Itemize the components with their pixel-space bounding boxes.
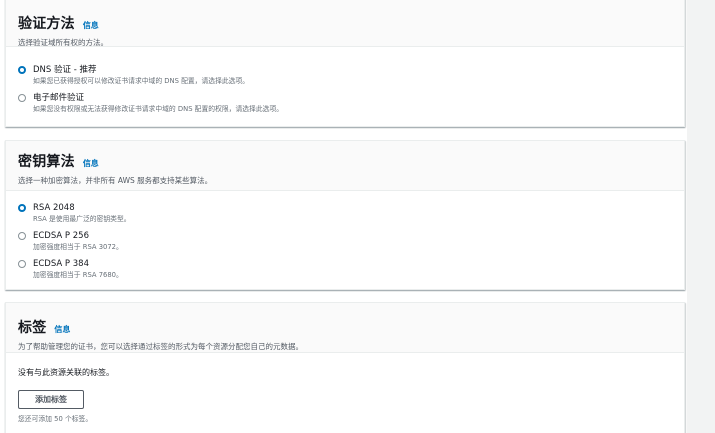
validation-method-info-link[interactable]: 信息	[83, 20, 99, 31]
rsa-2048-label: RSA 2048	[33, 203, 75, 213]
ecdsa-p256-label: ECDSA P 256	[33, 231, 89, 241]
ecdsa-p384-description: 加密强度相当于 RSA 7680。	[33, 271, 123, 279]
validation-method-description: 选择验证域所有权的方法。	[18, 38, 108, 47]
key-algorithm-header: 密钥算法 信息 选择一种加密算法，并非所有 AWS 服务都支持某些算法。	[6, 141, 684, 191]
tags-panel: 标签 信息 为了帮助管理您的证书，您可以选择通过标签的形式为每个资源分配您自己的…	[5, 302, 685, 433]
no-tags-text: 没有与此资源关联的标签。	[18, 368, 114, 377]
ecdsa-p256-radio[interactable]	[18, 232, 26, 240]
page: 验证方法 信息 选择验证域所有权的方法。 DNS 验证 - 推荐 如果您已获得授…	[0, 0, 715, 433]
key-algorithm-panel: 密钥算法 信息 选择一种加密算法，并非所有 AWS 服务都支持某些算法。 RSA…	[5, 140, 685, 290]
ecdsa-p256-option[interactable]: ECDSA P 256 加密强度相当于 RSA 3072。	[18, 231, 123, 252]
dns-validation-label: DNS 验证 - 推荐	[33, 65, 97, 75]
tags-description: 为了帮助管理您的证书，您可以选择通过标签的形式为每个资源分配您自己的元数据。	[18, 342, 303, 351]
ecdsa-p256-text: ECDSA P 256 加密强度相当于 RSA 3072。	[33, 231, 123, 252]
ecdsa-p384-option[interactable]: ECDSA P 384 加密强度相当于 RSA 7680。	[18, 259, 123, 280]
validation-method-header: 验证方法 信息 选择验证域所有权的方法。	[6, 0, 684, 47]
dns-validation-radio[interactable]	[18, 66, 26, 74]
dns-validation-option[interactable]: DNS 验证 - 推荐 如果您已获得授权可以修改证书请求中域的 DNS 配置，请…	[18, 65, 249, 86]
rsa-2048-radio[interactable]	[18, 204, 26, 212]
page-background-edge	[687, 0, 715, 433]
key-algorithm-description: 选择一种加密算法，并非所有 AWS 服务都支持某些算法。	[18, 176, 213, 185]
dns-validation-description: 如果您已获得授权可以修改证书请求中域的 DNS 配置，请选择此选项。	[33, 77, 250, 85]
rsa-2048-description: RSA 是使用最广泛的密钥类型。	[33, 215, 131, 223]
key-algorithm-info-link[interactable]: 信息	[83, 158, 99, 169]
add-tag-button[interactable]: 添加标签	[18, 390, 84, 409]
validation-method-title: 验证方法	[18, 16, 75, 32]
email-validation-radio[interactable]	[18, 94, 26, 102]
key-algorithm-title-row: 密钥算法 信息	[18, 151, 672, 171]
email-validation-option[interactable]: 电子邮件验证 如果您没有权限或无法获得修改证书请求中域的 DNS 配置的权限，请…	[18, 93, 283, 114]
ecdsa-p384-label: ECDSA P 384	[33, 259, 89, 269]
key-algorithm-title: 密钥算法	[18, 154, 75, 170]
tags-limit-hint: 您还可添加 50 个标签。	[18, 415, 93, 423]
tags-title-row: 标签 信息	[18, 317, 672, 337]
email-validation-description: 如果您没有权限或无法获得修改证书请求中域的 DNS 配置的权限，请选择此选项。	[33, 105, 284, 113]
tags-header: 标签 信息 为了帮助管理您的证书，您可以选择通过标签的形式为每个资源分配您自己的…	[6, 303, 684, 353]
ecdsa-p256-description: 加密强度相当于 RSA 3072。	[33, 243, 123, 251]
ecdsa-p384-radio[interactable]	[18, 260, 26, 268]
validation-method-panel: 验证方法 信息 选择验证域所有权的方法。 DNS 验证 - 推荐 如果您已获得授…	[5, 0, 685, 127]
ecdsa-p384-text: ECDSA P 384 加密强度相当于 RSA 7680。	[33, 259, 123, 280]
validation-method-title-row: 验证方法 信息	[18, 13, 672, 33]
tags-title: 标签	[18, 320, 47, 336]
dns-validation-text: DNS 验证 - 推荐 如果您已获得授权可以修改证书请求中域的 DNS 配置，请…	[33, 65, 249, 86]
email-validation-label: 电子邮件验证	[33, 93, 85, 103]
tags-info-link[interactable]: 信息	[54, 324, 70, 335]
rsa-2048-text: RSA 2048 RSA 是使用最广泛的密钥类型。	[33, 203, 131, 224]
email-validation-text: 电子邮件验证 如果您没有权限或无法获得修改证书请求中域的 DNS 配置的权限，请…	[33, 93, 283, 114]
rsa-2048-option[interactable]: RSA 2048 RSA 是使用最广泛的密钥类型。	[18, 203, 131, 224]
